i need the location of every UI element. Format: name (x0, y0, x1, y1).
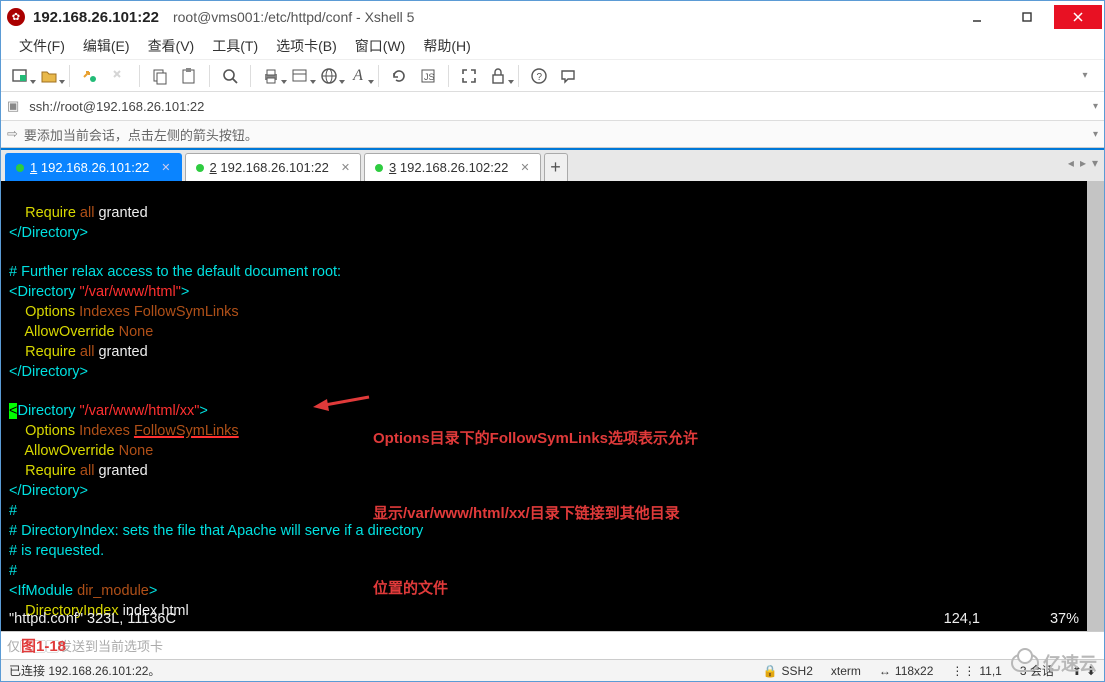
send-input-bar[interactable]: 仅▢▢▢发送到当前选项卡 图1-18 (1, 631, 1104, 659)
address-bar: ▣ ssh://root@192.168.26.101:22 ▾ (1, 92, 1104, 121)
vim-cursor-pos: 124,1 (944, 610, 980, 629)
session-tab-3[interactable]: 3 192.168.26.102:22 ✕ (364, 153, 541, 181)
add-tab-button[interactable]: + (544, 153, 568, 181)
maximize-button[interactable] (1004, 5, 1050, 29)
status-dot-icon (16, 164, 24, 172)
status-size: ↔118x22 (879, 664, 933, 678)
vim-scroll-pct: 37% (1050, 610, 1079, 629)
status-connection: 已连接 192.168.26.101:22。 (9, 662, 160, 679)
status-bar: 已连接 192.168.26.101:22。 🔒SSH2 xterm ↔118x… (1, 659, 1104, 681)
toolbar: A JS ? ▾ (1, 60, 1104, 92)
figure-label: 图1-18 (21, 635, 66, 656)
vim-file-info: "httpd.conf" 323L, 11136C (9, 610, 176, 629)
font-button[interactable]: A (345, 63, 371, 89)
address-field[interactable]: ssh://root@192.168.26.101:22 (25, 97, 1087, 116)
status-cursor: ⋮⋮11,1 (951, 664, 1001, 678)
terminal[interactable]: Require all granted </Directory> # Furth… (1, 181, 1104, 631)
script-button[interactable]: JS (415, 63, 441, 89)
annotation-text: Options目录下的FollowSymLinks选项表示允许 显示/var/w… (373, 376, 698, 631)
tab-bar: 1 192.168.26.101:22 ✕ 2 192.168.26.101:2… (1, 148, 1104, 181)
toolbar-overflow-icon[interactable]: ▾ (1072, 63, 1098, 89)
session-tab-1[interactable]: 1 192.168.26.101:22 ✕ (5, 153, 182, 181)
lock-button[interactable] (485, 63, 511, 89)
status-dot-icon (196, 164, 204, 172)
tab-nav: ◂ ▸ ▾ (1068, 156, 1098, 170)
hint-bar: ⇨ 要添加当前会话，点击左侧的箭头按钮。 ▾ (1, 121, 1104, 148)
status-ssh: 🔒SSH2 (763, 664, 813, 678)
tab-list-icon[interactable]: ▾ (1092, 156, 1098, 170)
menu-tools[interactable]: 工具(T) (204, 34, 266, 58)
menu-tabs[interactable]: 选项卡(B) (268, 34, 345, 58)
close-button[interactable] (1054, 5, 1102, 29)
hint-text: 要添加当前会话，点击左侧的箭头按钮。 (24, 125, 258, 144)
svg-text:?: ? (537, 72, 543, 83)
print-button[interactable] (258, 63, 284, 89)
session-tab-2[interactable]: 2 192.168.26.101:22 ✕ (185, 153, 362, 181)
annotation-arrow-icon (311, 389, 371, 411)
title-ip: 192.168.26.101:22 (33, 9, 159, 26)
size-icon: ↔ (879, 664, 891, 678)
tab-close-icon[interactable]: ✕ (341, 161, 350, 174)
window: ✿ 192.168.26.101:22 root@vms001:/etc/htt… (0, 0, 1105, 682)
refresh-button[interactable] (386, 63, 412, 89)
terminal-scrollbar[interactable] (1087, 181, 1104, 631)
svg-text:JS: JS (424, 72, 435, 82)
tab-prev-icon[interactable]: ◂ (1068, 156, 1074, 170)
copy-button[interactable] (147, 63, 173, 89)
globe-button[interactable] (316, 63, 342, 89)
lock-icon: 🔒 (763, 664, 778, 678)
address-icon: ▣ (7, 98, 19, 114)
status-dot-icon (375, 164, 383, 172)
menu-help[interactable]: 帮助(H) (415, 34, 478, 58)
address-overflow-icon[interactable]: ▾ (1093, 101, 1098, 112)
fullscreen-button[interactable] (456, 63, 482, 89)
reconnect-button[interactable] (77, 63, 103, 89)
tab-next-icon[interactable]: ▸ (1080, 156, 1086, 170)
menu-file[interactable]: 文件(F) (11, 34, 73, 58)
find-button[interactable] (217, 63, 243, 89)
status-term: xterm (831, 664, 861, 678)
tab-label: 192.168.26.102:22 (400, 160, 508, 175)
menu-window[interactable]: 窗口(W) (347, 34, 414, 58)
open-button[interactable] (36, 63, 62, 89)
watermark: 亿速云 (1011, 650, 1097, 676)
help-button[interactable]: ? (526, 63, 552, 89)
tab-close-icon[interactable]: ✕ (161, 161, 170, 174)
cloud-icon (1011, 654, 1039, 672)
app-icon: ✿ (7, 8, 25, 26)
title-path: root@vms001:/etc/httpd/conf - Xshell 5 (173, 9, 414, 25)
hint-overflow-icon[interactable]: ▾ (1093, 129, 1098, 140)
tab-close-icon[interactable]: ✕ (520, 161, 529, 174)
grid-icon: ⋮⋮ (951, 664, 975, 678)
menu-bar: 文件(F) 编辑(E) 查看(V) 工具(T) 选项卡(B) 窗口(W) 帮助(… (1, 33, 1104, 60)
properties-button[interactable] (287, 63, 313, 89)
new-session-button[interactable] (7, 63, 33, 89)
menu-view[interactable]: 查看(V) (140, 34, 203, 58)
hint-arrow-icon[interactable]: ⇨ (7, 126, 18, 142)
disconnect-button[interactable] (106, 63, 132, 89)
title-bar: ✿ 192.168.26.101:22 root@vms001:/etc/htt… (1, 1, 1104, 33)
paste-button[interactable] (176, 63, 202, 89)
tab-label: 192.168.26.101:22 (41, 160, 149, 175)
menu-edit[interactable]: 编辑(E) (75, 34, 138, 58)
minimize-button[interactable] (954, 5, 1000, 29)
chat-button[interactable] (555, 63, 581, 89)
tab-label: 192.168.26.101:22 (220, 160, 328, 175)
